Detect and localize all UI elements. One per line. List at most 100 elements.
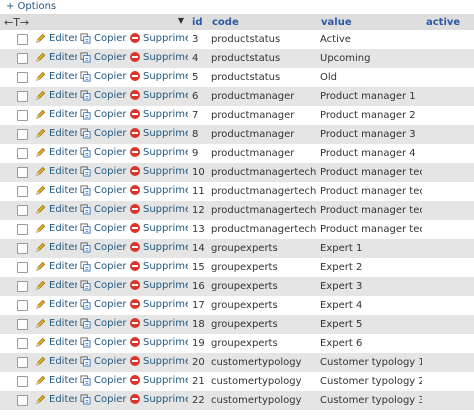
delete-link[interactable]: Supprimer bbox=[130, 394, 188, 405]
row-checkbox[interactable] bbox=[17, 261, 28, 273]
row-checkbox[interactable] bbox=[17, 109, 28, 121]
row-checkbox[interactable] bbox=[17, 299, 28, 311]
delete-link[interactable]: Supprimer bbox=[130, 52, 188, 63]
edit-link[interactable]: Editer bbox=[35, 185, 77, 196]
delete-link[interactable]: Supprimer bbox=[130, 242, 188, 253]
copy-link[interactable]: Copier bbox=[80, 394, 127, 405]
copy-link[interactable]: Copier bbox=[80, 147, 127, 158]
delete-link[interactable]: Supprimer bbox=[130, 185, 188, 196]
copy-link[interactable]: Copier bbox=[80, 166, 127, 177]
pencil-icon bbox=[36, 147, 46, 157]
delete-link[interactable]: Supprimer bbox=[130, 318, 188, 329]
copy-link[interactable]: Copier bbox=[80, 128, 127, 139]
edit-link[interactable]: Editer bbox=[35, 90, 77, 101]
edit-link[interactable]: Editer bbox=[35, 318, 77, 329]
delete-link[interactable]: Supprimer bbox=[130, 147, 188, 158]
copy-link[interactable]: Copier bbox=[80, 204, 127, 215]
copy-link[interactable]: Copier bbox=[80, 71, 127, 82]
column-header-active[interactable]: active bbox=[422, 14, 474, 30]
copy-icon bbox=[80, 147, 91, 157]
delete-link[interactable]: Supprimer bbox=[130, 166, 188, 177]
copy-cell: Copier bbox=[77, 258, 127, 277]
copy-link[interactable]: Copier bbox=[80, 318, 127, 329]
delete-link[interactable]: Supprimer bbox=[130, 223, 188, 234]
column-header-id[interactable]: id bbox=[188, 14, 208, 30]
delete-link[interactable]: Supprimer bbox=[130, 280, 188, 291]
delete-link[interactable]: Supprimer bbox=[130, 204, 188, 215]
edit-link[interactable]: Editer bbox=[35, 280, 77, 291]
copy-link[interactable]: Copier bbox=[80, 242, 127, 253]
copy-link[interactable]: Copier bbox=[80, 223, 127, 234]
cell-value: Product manager tech 3 bbox=[317, 201, 422, 220]
row-checkbox[interactable] bbox=[17, 204, 28, 216]
edit-cell: Editer bbox=[32, 372, 77, 391]
row-checkbox[interactable] bbox=[17, 242, 28, 254]
delete-icon bbox=[130, 33, 140, 44]
row-checkbox[interactable] bbox=[17, 375, 28, 387]
copy-link[interactable]: Copier bbox=[80, 33, 127, 44]
copy-link[interactable]: Copier bbox=[80, 185, 127, 196]
edit-link[interactable]: Editer bbox=[35, 337, 77, 348]
copy-link[interactable]: Copier bbox=[80, 375, 127, 386]
delete-link[interactable]: Supprimer bbox=[130, 375, 188, 386]
edit-link[interactable]: Editer bbox=[35, 356, 77, 367]
copy-link[interactable]: Copier bbox=[80, 52, 127, 63]
delete-link[interactable]: Supprimer bbox=[130, 71, 188, 82]
cell-value: Customer typology 1 bbox=[317, 353, 422, 372]
copy-link[interactable]: Copier bbox=[80, 109, 127, 120]
row-checkbox[interactable] bbox=[17, 318, 28, 330]
row-checkbox[interactable] bbox=[17, 90, 28, 102]
delete-link[interactable]: Supprimer bbox=[130, 90, 188, 101]
copy-link[interactable]: Copier bbox=[80, 261, 127, 272]
sort-dropdown-icon[interactable]: ▼ bbox=[178, 16, 184, 25]
delete-link[interactable]: Supprimer bbox=[130, 356, 188, 367]
edit-link[interactable]: Editer bbox=[35, 394, 77, 405]
delete-link[interactable]: Supprimer bbox=[130, 337, 188, 348]
edit-link[interactable]: Editer bbox=[35, 33, 77, 44]
edit-link[interactable]: Editer bbox=[35, 223, 77, 234]
edit-link[interactable]: Editer bbox=[35, 166, 77, 177]
delete-link[interactable]: Supprimer bbox=[130, 261, 188, 272]
row-checkbox[interactable] bbox=[17, 128, 28, 140]
edit-link[interactable]: Editer bbox=[35, 147, 77, 158]
row-checkbox[interactable] bbox=[17, 147, 28, 159]
edit-link[interactable]: Editer bbox=[35, 242, 77, 253]
delete-icon bbox=[130, 299, 140, 310]
cell-value: Product manager tech 1 bbox=[317, 163, 422, 182]
edit-link[interactable]: Editer bbox=[35, 261, 77, 272]
copy-icon bbox=[80, 109, 91, 119]
edit-link[interactable]: Editer bbox=[35, 71, 77, 82]
edit-label: Editer bbox=[49, 260, 77, 272]
delete-link[interactable]: Supprimer bbox=[130, 109, 188, 120]
delete-label: Supprimer bbox=[143, 32, 188, 44]
copy-link[interactable]: Copier bbox=[80, 90, 127, 101]
row-checkbox[interactable] bbox=[17, 166, 28, 178]
row-checkbox[interactable] bbox=[17, 33, 28, 45]
column-arrows-icon[interactable]: ←T→ bbox=[4, 16, 29, 29]
column-resize-header[interactable]: ←T→ ▼ bbox=[0, 14, 188, 30]
column-header-code[interactable]: code bbox=[208, 14, 317, 30]
row-checkbox[interactable] bbox=[17, 356, 28, 368]
edit-link[interactable]: Editer bbox=[35, 375, 77, 386]
options-link[interactable]: + Options bbox=[6, 1, 56, 12]
copy-link[interactable]: Copier bbox=[80, 280, 127, 291]
row-checkbox[interactable] bbox=[17, 223, 28, 235]
delete-link[interactable]: Supprimer bbox=[130, 128, 188, 139]
row-checkbox[interactable] bbox=[17, 394, 28, 406]
edit-link[interactable]: Editer bbox=[35, 128, 77, 139]
edit-link[interactable]: Editer bbox=[35, 52, 77, 63]
copy-link[interactable]: Copier bbox=[80, 337, 127, 348]
copy-link[interactable]: Copier bbox=[80, 299, 127, 310]
delete-link[interactable]: Supprimer bbox=[130, 299, 188, 310]
row-checkbox[interactable] bbox=[17, 71, 28, 83]
row-checkbox[interactable] bbox=[17, 52, 28, 64]
row-checkbox[interactable] bbox=[17, 337, 28, 349]
edit-link[interactable]: Editer bbox=[35, 204, 77, 215]
edit-link[interactable]: Editer bbox=[35, 109, 77, 120]
column-header-value[interactable]: value bbox=[317, 14, 422, 30]
row-checkbox[interactable] bbox=[17, 280, 28, 292]
delete-link[interactable]: Supprimer bbox=[130, 33, 188, 44]
edit-link[interactable]: Editer bbox=[35, 299, 77, 310]
copy-link[interactable]: Copier bbox=[80, 356, 127, 367]
row-checkbox[interactable] bbox=[17, 185, 28, 197]
